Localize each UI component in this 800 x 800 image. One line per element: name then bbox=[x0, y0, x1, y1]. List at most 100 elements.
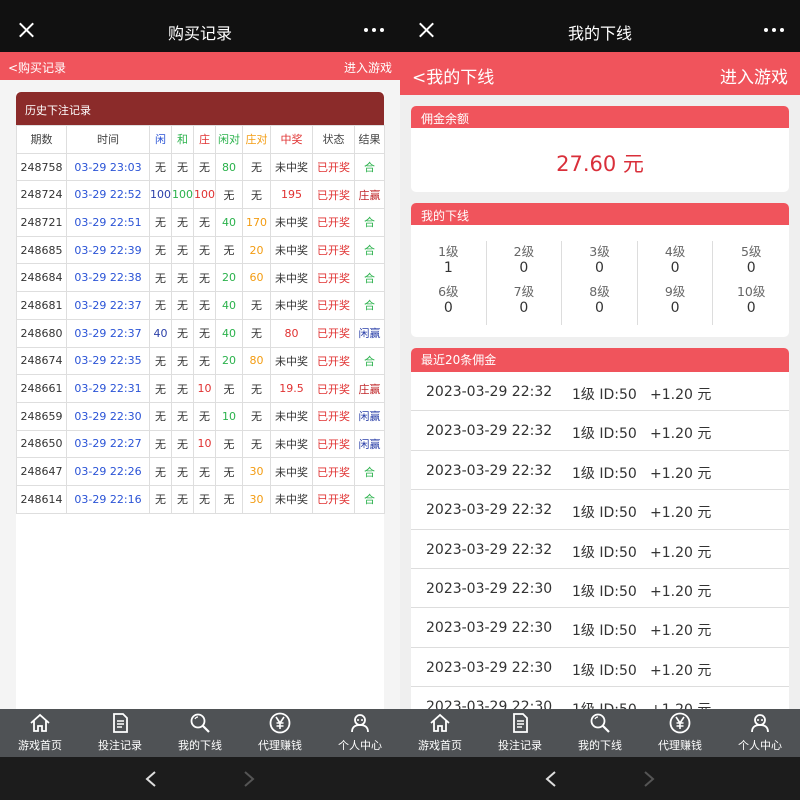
table-cell: 已开奖 bbox=[312, 374, 355, 403]
table-cell: 无 bbox=[171, 208, 194, 237]
yen-icon bbox=[269, 712, 291, 734]
commission-user: 1级 ID:50 bbox=[572, 505, 637, 522]
more-icon[interactable] bbox=[764, 28, 784, 32]
tab-label: 代理赚钱 bbox=[258, 739, 302, 752]
table-cell: 248721 bbox=[16, 208, 67, 237]
table-cell: 03-29 22:31 bbox=[66, 374, 150, 403]
level-count: 0 bbox=[670, 260, 680, 276]
back-link[interactable]: <我的下线 bbox=[412, 63, 494, 88]
table-cell: 无 bbox=[193, 401, 216, 431]
table-cell: 20 bbox=[215, 263, 243, 293]
commission-amount: +1.20 元 bbox=[650, 544, 712, 561]
tab-downline[interactable]: 我的下线 bbox=[160, 709, 240, 757]
tab-label: 游戏首页 bbox=[18, 739, 62, 752]
tab-profile[interactable]: 个人中心 bbox=[720, 709, 800, 757]
table-cell: 合 bbox=[354, 346, 385, 376]
table-cell: 248650 bbox=[16, 429, 67, 459]
table-row: 248681 03-29 22:37 无无无 40 无未中奖 已开奖合 bbox=[16, 291, 385, 320]
table-cell: 20 bbox=[215, 346, 243, 376]
table-cell: 248614 bbox=[16, 484, 67, 514]
table-cell: 无 bbox=[193, 263, 216, 293]
level-column: 1级 1 6级 0 bbox=[411, 241, 487, 325]
table-cell: 无 bbox=[149, 263, 172, 293]
table-cell: 03-29 23:03 bbox=[66, 152, 150, 182]
table-cell: 248674 bbox=[16, 346, 67, 376]
tab-label: 投注记录 bbox=[98, 739, 142, 752]
downline-title: 我的下线 bbox=[411, 203, 789, 225]
level-count: 0 bbox=[670, 300, 680, 316]
table-cell: 无 bbox=[242, 374, 271, 403]
tab-bet-record[interactable]: 投注记录 bbox=[480, 709, 560, 757]
table-cell: 未中奖 bbox=[270, 208, 313, 237]
table-cell: 10 bbox=[215, 401, 243, 431]
tab-profile[interactable]: 个人中心 bbox=[320, 709, 400, 757]
search-icon bbox=[190, 713, 210, 733]
level-count: 0 bbox=[746, 260, 756, 276]
table-cell: 03-29 22:37 bbox=[66, 291, 150, 320]
more-icon[interactable] bbox=[364, 28, 384, 32]
table-cell: 248659 bbox=[16, 401, 67, 431]
header-bar: <我的下线 进入游戏 bbox=[400, 52, 800, 95]
enter-game-link[interactable]: 进入游戏 bbox=[720, 63, 788, 88]
bottom-tab-bar: 游戏首页 投注记录 我的下线 代理赚钱 个人中心 bbox=[400, 709, 800, 757]
table-header-row: 期数 时间闲和庄闲对 庄对 中奖 状态 结果 bbox=[16, 125, 385, 154]
table-cell: 195 bbox=[270, 180, 313, 210]
back-arrow-icon[interactable] bbox=[144, 770, 158, 788]
tab-label: 代理赚钱 bbox=[658, 739, 702, 752]
table-cell: 无 bbox=[149, 235, 172, 265]
table-row: 248674 03-29 22:35 无无无 20 80 未中奖 已开奖合 bbox=[16, 346, 385, 376]
commission-date: 2023-03-29 22:30 bbox=[426, 620, 553, 637]
table-cell: 已开奖 bbox=[312, 235, 355, 265]
tab-label: 我的下线 bbox=[578, 739, 622, 752]
table-cell: 合 bbox=[354, 235, 385, 265]
column-header: 时间 bbox=[66, 125, 150, 154]
browser-nav-bar bbox=[0, 757, 400, 800]
table-row: 248661 03-29 22:31 无无 10 无无 19.5 已开奖 庄赢 bbox=[16, 374, 385, 403]
table-cell: 已开奖 bbox=[312, 429, 355, 459]
list-item: 2023-03-29 22:32 1级 ID:50 +1.20 元 bbox=[411, 372, 789, 412]
tab-agent[interactable]: 代理赚钱 bbox=[240, 709, 320, 757]
table-cell: 未中奖 bbox=[270, 346, 313, 376]
column-header: 庄对 bbox=[242, 125, 271, 154]
table-cell: 03-29 22:38 bbox=[66, 263, 150, 293]
level-count: 0 bbox=[519, 260, 529, 276]
tab-home[interactable]: 游戏首页 bbox=[0, 709, 80, 757]
table-cell: 10 bbox=[193, 429, 216, 459]
commission-title: 最近20条佣金 bbox=[411, 348, 789, 372]
list-item: 2023-03-29 22:30 1级 ID:50 +1.20 元 bbox=[411, 648, 789, 688]
column-header: 结果 bbox=[354, 125, 385, 154]
table-cell: 无 bbox=[215, 429, 243, 459]
enter-game-link[interactable]: 进入游戏 bbox=[344, 59, 392, 76]
commission-amount: +1.20 元 bbox=[650, 465, 712, 482]
column-header: 闲对 bbox=[215, 125, 243, 154]
table-cell: 无 bbox=[193, 346, 216, 376]
purchase-record-screen: 购买记录 <购买记录 进入游戏 历史下注记录 期数 时间闲和庄闲对 庄对 中奖 状态 结果… bbox=[0, 0, 400, 800]
commission-amount: +1.20 元 bbox=[650, 426, 712, 443]
table-cell: 已开奖 bbox=[312, 484, 355, 514]
table-cell: 80 bbox=[215, 152, 243, 182]
back-link[interactable]: <购买记录 bbox=[8, 59, 66, 76]
table-cell: 无 bbox=[149, 291, 172, 320]
tab-agent[interactable]: 代理赚钱 bbox=[640, 709, 720, 757]
tab-home[interactable]: 游戏首页 bbox=[400, 709, 480, 757]
bet-history-table: 期数 时间闲和庄闲对 庄对 中奖 状态 结果 248758 03-29 23:03 无无无 80… bbox=[16, 125, 385, 514]
table-cell: 已开奖 bbox=[312, 263, 355, 293]
title-bar: 购买记录 bbox=[0, 0, 400, 52]
tab-bet-record[interactable]: 投注记录 bbox=[80, 709, 160, 757]
tab-downline[interactable]: 我的下线 bbox=[560, 709, 640, 757]
table-cell: 无 bbox=[242, 318, 271, 348]
table-cell: 无 bbox=[171, 457, 194, 486]
table-cell: 03-29 22:37 bbox=[66, 318, 150, 348]
forward-arrow-icon[interactable] bbox=[242, 770, 256, 788]
table-cell: 03-29 22:52 bbox=[66, 180, 150, 210]
table-cell: 无 bbox=[242, 291, 271, 320]
table-cell: 未中奖 bbox=[270, 401, 313, 431]
table-cell: 合 bbox=[354, 152, 385, 182]
level-count: 0 bbox=[746, 300, 756, 316]
list-item: 2023-03-29 22:32 1级 ID:50 +1.20 元 bbox=[411, 490, 789, 530]
table-cell: 248685 bbox=[16, 235, 67, 265]
table-cell: 无 bbox=[171, 263, 194, 293]
table-cell: 已开奖 bbox=[312, 318, 355, 348]
level-count: 0 bbox=[519, 300, 529, 316]
user-icon bbox=[351, 714, 369, 733]
